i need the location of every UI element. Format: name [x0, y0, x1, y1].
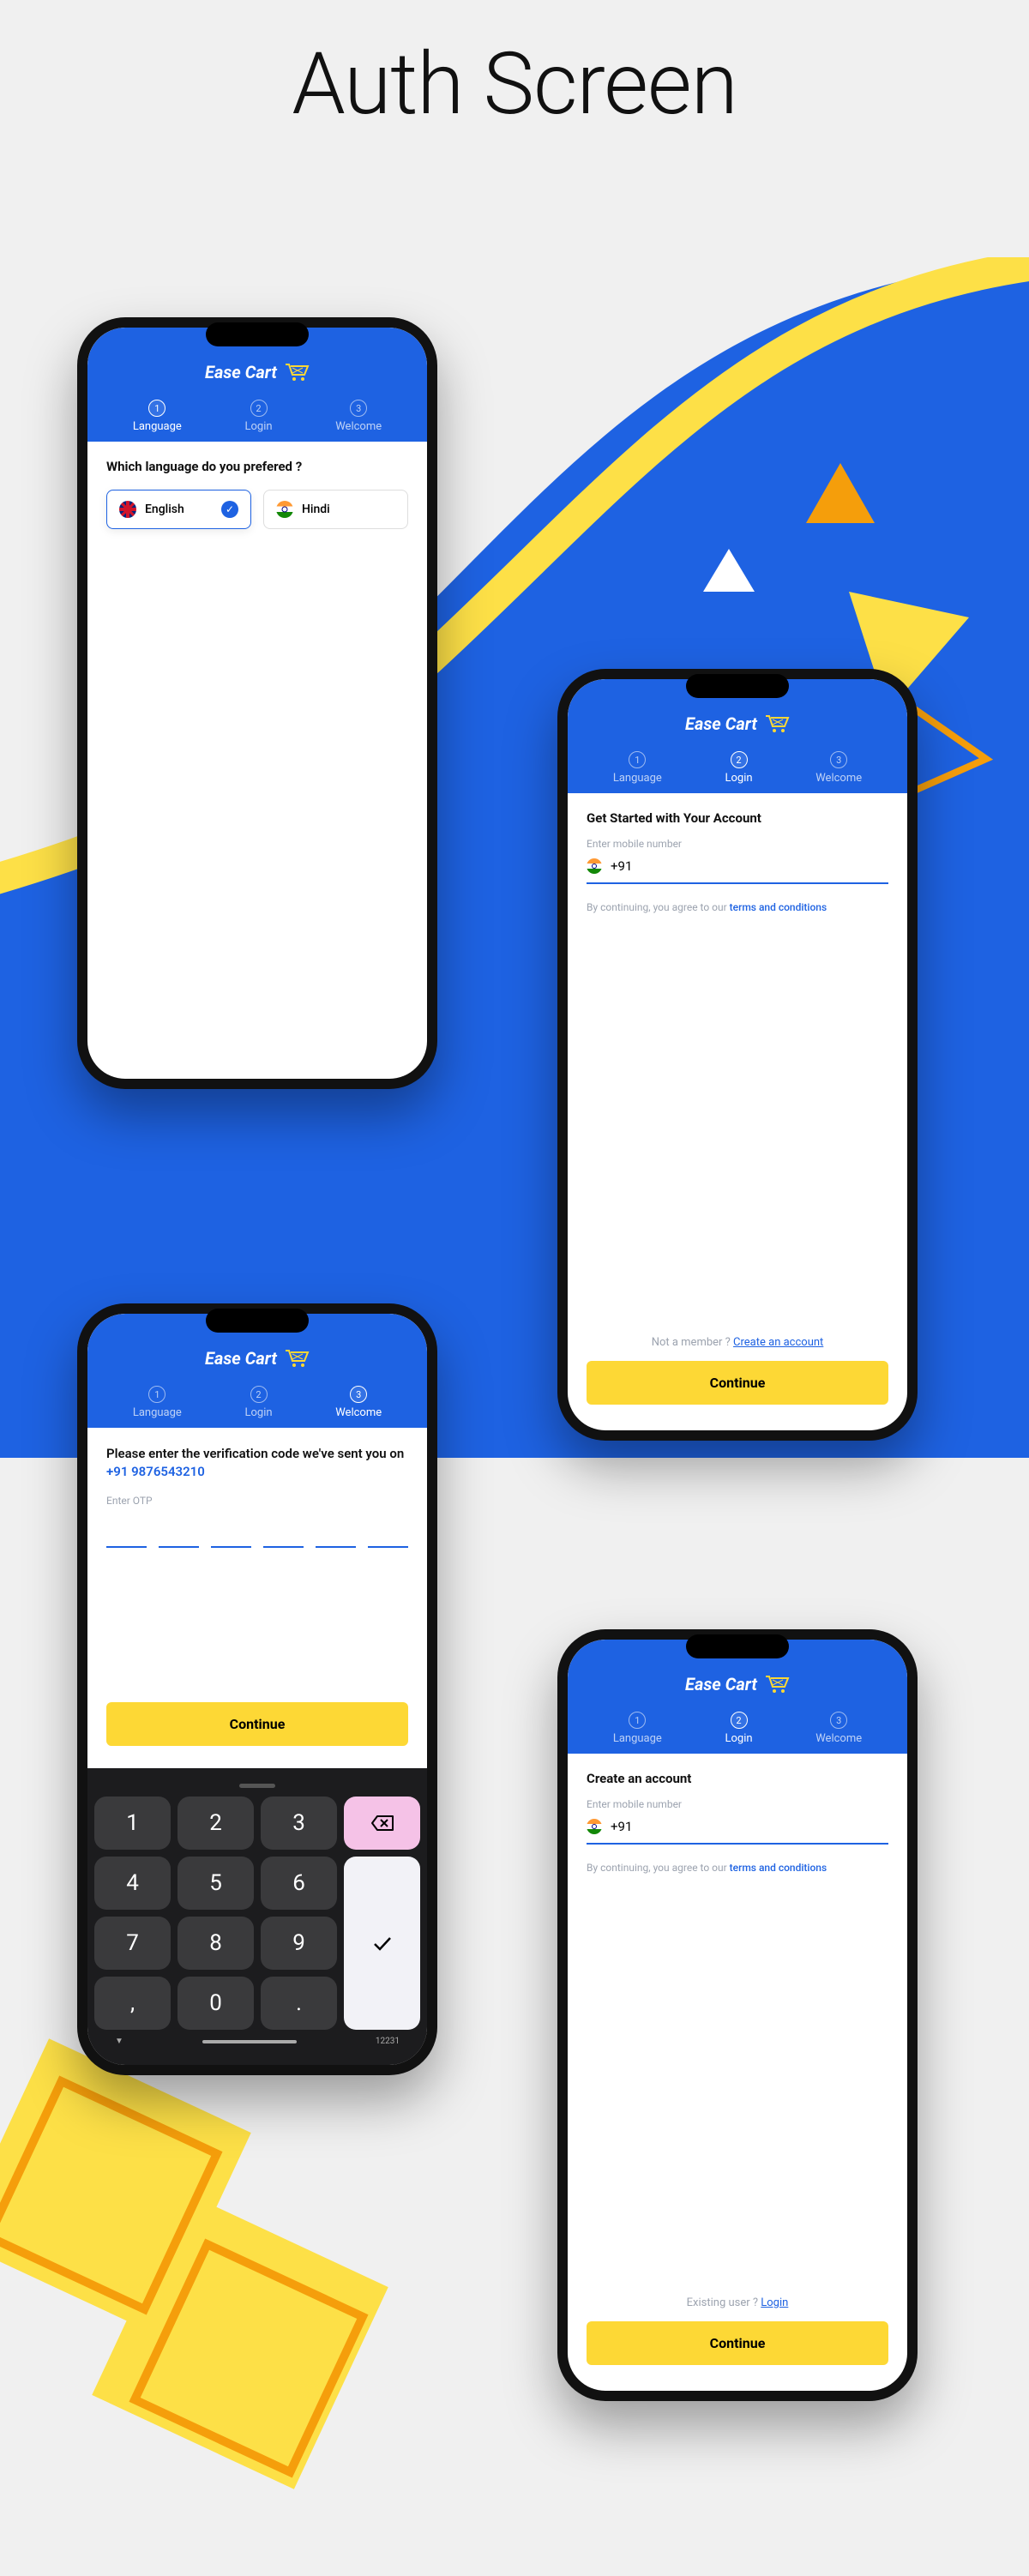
- brand-text: Ease Cart: [685, 713, 757, 734]
- otp-label: Enter OTP: [106, 1495, 408, 1507]
- brand-logo: Ease Cart: [581, 1674, 894, 1694]
- login-link[interactable]: Login: [761, 2296, 788, 2309]
- phone-language: Ease Cart 1 Language 2 Login 3 Welcome: [77, 317, 437, 1089]
- brand-logo: Ease Cart: [581, 713, 894, 734]
- home-indicator[interactable]: [202, 2040, 297, 2043]
- cart-icon: [284, 363, 310, 382]
- otp-input[interactable]: [106, 1519, 408, 1548]
- decor-triangle-orange: [806, 463, 875, 532]
- disclaimer: By continuing, you agree to our terms an…: [587, 901, 888, 913]
- stepper: 1 Language 2 Login 3 Welcome: [101, 1381, 413, 1419]
- step-language[interactable]: 1 Language: [133, 400, 182, 433]
- terms-link[interactable]: terms and conditions: [730, 1862, 827, 1874]
- cart-icon: [764, 1675, 790, 1694]
- brand-text: Ease Cart: [205, 1348, 277, 1369]
- numeric-keypad: 1 2 3 4 5 6 7 8 9 , 0 . ▼: [87, 1768, 427, 2065]
- language-option-english[interactable]: English ✓: [106, 490, 251, 529]
- key-dot[interactable]: .: [261, 1977, 337, 2030]
- mobile-input[interactable]: +91: [587, 1819, 888, 1845]
- step-welcome[interactable]: 3 Welcome: [335, 400, 382, 433]
- phone-otp: Ease Cart 1 Language 2 Login 3 Welcome: [77, 1303, 437, 2075]
- dial-code: +91: [611, 858, 632, 874]
- app-header: Ease Cart 1 Language 2 Login 3 Welcome: [87, 1314, 427, 1428]
- stepper: 1 Language 2 Login 3 Welcome: [581, 746, 894, 785]
- key-done[interactable]: [344, 1857, 420, 2030]
- brand-text: Ease Cart: [685, 1674, 757, 1694]
- phone-login: Ease Cart 1 Language 2 Login 3 Welcome: [557, 669, 918, 1441]
- stepper: 1 Language 2 Login 3 Welcome: [581, 1706, 894, 1745]
- key-comma[interactable]: ,: [94, 1977, 171, 2030]
- key-9[interactable]: 9: [261, 1917, 337, 1970]
- decor-triangle-white: [703, 549, 755, 600]
- key-8[interactable]: 8: [178, 1917, 254, 1970]
- disclaimer: By continuing, you agree to our terms an…: [587, 1862, 888, 1874]
- phone-signup: Ease Cart 1 Language 2 Login 3 Welcome: [557, 1629, 918, 2401]
- brand-logo: Ease Cart: [101, 1348, 413, 1369]
- app-header: Ease Cart 1 Language 2 Login 3 Welcome: [568, 1640, 907, 1754]
- step-language[interactable]: 1 Language: [613, 1712, 662, 1745]
- mobile-input[interactable]: +91: [587, 858, 888, 884]
- continue-button[interactable]: Continue: [106, 1702, 408, 1746]
- key-4[interactable]: 4: [94, 1857, 171, 1910]
- signup-title: Create an account: [587, 1771, 888, 1786]
- brand-text: Ease Cart: [205, 362, 277, 382]
- terms-link[interactable]: terms and conditions: [730, 901, 827, 913]
- otp-instruction: Please enter the verification code we've…: [106, 1445, 408, 1481]
- cart-icon: [284, 1349, 310, 1368]
- cart-icon: [764, 714, 790, 733]
- app-header: Ease Cart 1 Language 2 Login 3 Welcome: [87, 328, 427, 442]
- login-prompt: Existing user ? Login: [587, 2296, 888, 2309]
- india-flag-icon: [587, 858, 602, 874]
- continue-button[interactable]: Continue: [587, 1361, 888, 1405]
- uk-flag-icon: [119, 501, 136, 518]
- page-title: Auth Screen: [0, 34, 1029, 135]
- step-language[interactable]: 1 Language: [613, 751, 662, 785]
- app-header: Ease Cart 1 Language 2 Login 3 Welcome: [568, 679, 907, 793]
- key-0[interactable]: 0: [178, 1977, 254, 2030]
- step-login[interactable]: 2 Login: [244, 1386, 272, 1419]
- mobile-label: Enter mobile number: [587, 1798, 888, 1810]
- time-indicator: 12231: [376, 2037, 400, 2046]
- brand-logo: Ease Cart: [101, 362, 413, 382]
- step-welcome[interactable]: 3 Welcome: [815, 1712, 862, 1745]
- key-2[interactable]: 2: [178, 1797, 254, 1850]
- step-language[interactable]: 1 Language: [133, 1386, 182, 1419]
- india-flag-icon: [276, 501, 293, 518]
- login-title: Get Started with Your Account: [587, 810, 888, 826]
- language-question: Which language do you prefered ?: [106, 459, 408, 474]
- step-welcome[interactable]: 3 Welcome: [815, 751, 862, 785]
- dial-code: +91: [611, 1819, 632, 1834]
- continue-button[interactable]: Continue: [587, 2321, 888, 2365]
- key-6[interactable]: 6: [261, 1857, 337, 1910]
- key-7[interactable]: 7: [94, 1917, 171, 1970]
- mobile-label: Enter mobile number: [587, 838, 888, 850]
- keyboard-collapse-icon[interactable]: ▼: [115, 2037, 123, 2046]
- otp-phone-number: +91 9876543210: [106, 1464, 205, 1479]
- stepper: 1 Language 2 Login 3 Welcome: [101, 394, 413, 433]
- key-backspace[interactable]: [344, 1797, 420, 1850]
- step-login[interactable]: 2 Login: [244, 400, 272, 433]
- create-account-link[interactable]: Create an account: [733, 1336, 823, 1349]
- signup-prompt: Not a member ? Create an account: [587, 1336, 888, 1349]
- key-3[interactable]: 3: [261, 1797, 337, 1850]
- step-login[interactable]: 2 Login: [725, 1712, 752, 1745]
- language-option-hindi[interactable]: Hindi: [263, 490, 408, 529]
- key-5[interactable]: 5: [178, 1857, 254, 1910]
- india-flag-icon: [587, 1819, 602, 1834]
- key-1[interactable]: 1: [94, 1797, 171, 1850]
- keyboard-handle[interactable]: [239, 1784, 275, 1788]
- check-icon: ✓: [221, 501, 238, 518]
- step-welcome[interactable]: 3 Welcome: [335, 1386, 382, 1419]
- step-login[interactable]: 2 Login: [725, 751, 752, 785]
